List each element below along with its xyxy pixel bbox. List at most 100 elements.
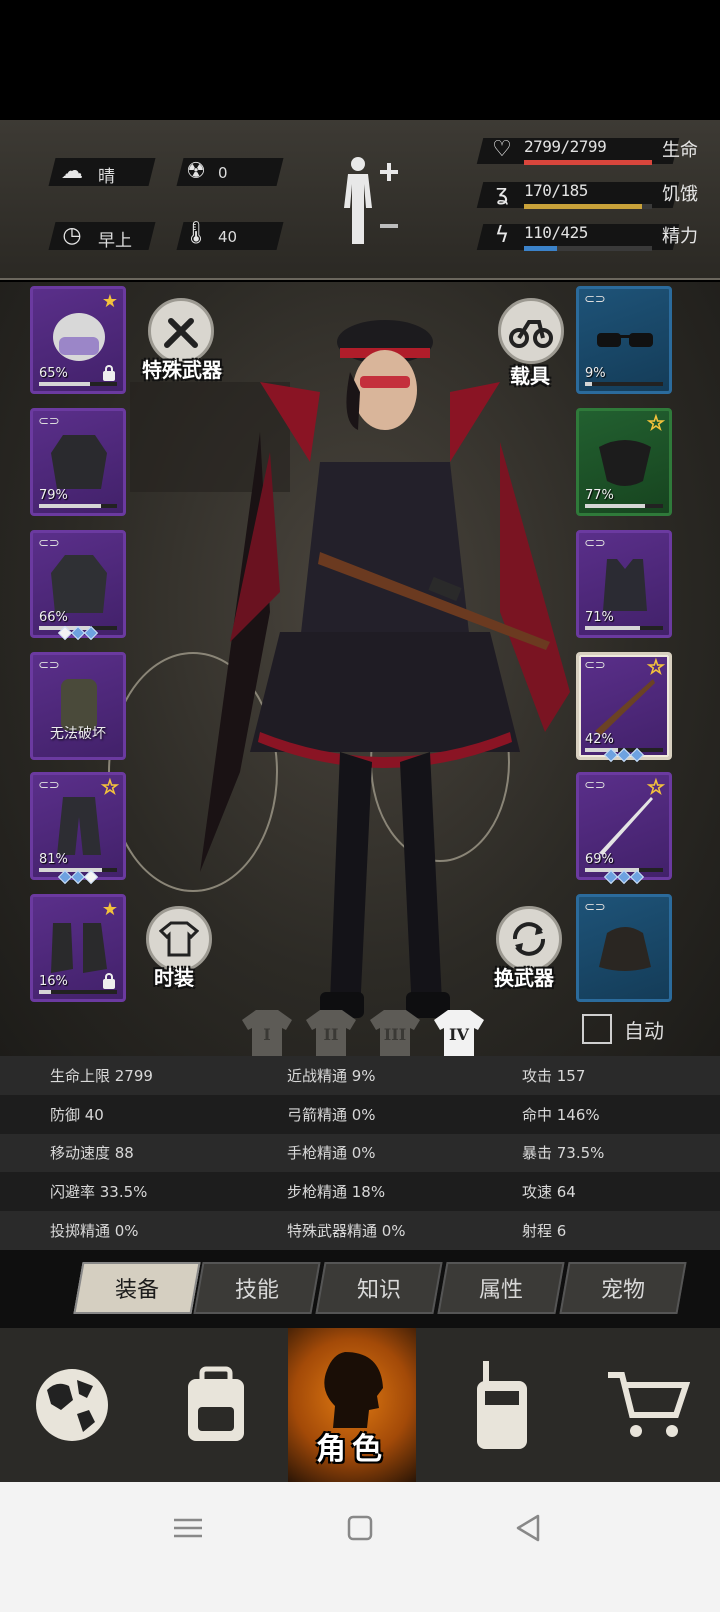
nav-radio[interactable] [430,1328,574,1482]
heart-icon: ♡ [492,137,512,162]
durability-bar [585,504,663,508]
stats-row: 生命上限 2799 近战精通 9% 攻击 157 [0,1056,720,1095]
link-icon: ⊂⊃ [584,658,606,673]
durability-percent: 65% [39,366,68,381]
outfit-tab-1[interactable]: I [240,1008,294,1060]
body-status-icon[interactable] [340,154,400,250]
stat-pistol-mastery: 手枪精通 0% [287,1144,376,1163]
vehicle-button[interactable] [498,298,564,364]
back-icon[interactable] [508,1510,548,1546]
stat-bow-mastery: 弓箭精通 0% [287,1105,376,1124]
tab-equipment[interactable]: 装备 [73,1262,201,1314]
coat-icon [51,555,107,613]
slot-backpack[interactable]: ⊂⊃ 无法破坏 [30,652,126,760]
unbreakable-label: 无法破坏 [50,726,106,742]
link-icon: ⊂⊃ [38,778,60,793]
slot-coat[interactable]: ⊂⊃ 66% [30,530,126,638]
home-icon[interactable] [340,1510,380,1546]
stats-table: 生命上限 2799 近战精通 9% 攻击 157 防御 40 弓箭精通 0% 命… [0,1056,720,1250]
slot-glasses[interactable]: ⊂⊃ 9% [576,286,672,394]
rifle-icon [595,679,655,735]
slot-mask[interactable]: ★ 77% [576,408,672,516]
durability-bar [585,382,663,386]
stat-accuracy: 命中 146% [522,1105,600,1124]
health-label: 生命 [662,140,698,161]
durability-percent: 9% [585,366,606,381]
gem-row [576,869,672,885]
lock-icon [103,365,115,381]
clock-icon: ◷ [62,223,82,248]
durability-percent: 66% [39,610,68,625]
energy-label: 精力 [662,226,698,247]
stats-row: 投掷精通 0% 特殊武器精通 0% 射程 6 [0,1211,720,1250]
tab-attributes[interactable]: 属性 [437,1262,565,1314]
link-icon: ⊂⊃ [38,658,60,673]
boots-icon [51,923,107,973]
auto-label: 自动 [624,1019,664,1043]
slot-jacket[interactable]: ⊂⊃ 79% [30,408,126,516]
tshirt-icon [159,921,199,957]
health-value: 2799/2799 [524,137,607,156]
outfit-tab-label: I [263,1025,271,1044]
stats-row: 防御 40 弓箭精通 0% 命中 146% [0,1094,720,1134]
slot-pouch[interactable]: ⊂⊃ [576,894,672,1002]
outfit-tab-label: II [323,1025,339,1044]
pants-icon [57,797,101,855]
section-tabs: 装备 技能 知识 属性 宠物 [0,1250,720,1328]
lock-icon [103,973,115,989]
menu-icon[interactable] [168,1510,208,1546]
nav-world-map[interactable] [0,1328,144,1482]
stat-defense: 防御 40 [50,1105,104,1124]
slot-boots[interactable]: ★ 16% [30,894,126,1002]
stat-melee-mastery: 近战精通 9% [287,1066,376,1085]
outfit-tab-4[interactable]: IV [432,1008,486,1060]
pouch-icon [599,927,651,971]
slot-pants[interactable]: ⊂⊃ ★ 81% [30,772,126,880]
vest-icon [603,559,647,611]
durability-percent: 69% [585,852,614,867]
status-header: ☁ 晴 ☢ 0 ◷ 早上 🌡 40 ♡ 2799/2799 生命 ʓ 170/1… [0,120,720,280]
durability-bar [39,504,117,508]
hunger-label: 饥饿 [662,184,698,205]
slot-katana[interactable]: ⊂⊃ ★ 69% [576,772,672,880]
slot-rifle[interactable]: ⊂⊃ ★ 42% [576,652,672,760]
gem-row [576,747,672,763]
durability-percent: 71% [585,610,614,625]
radio-icon [477,1361,527,1449]
link-icon: ⊂⊃ [38,414,60,429]
energy-bar [524,246,558,251]
radiation-value: 0 [218,164,228,182]
sunglasses-icon [597,333,653,347]
fashion-label: 时装 [154,966,194,990]
katana-icon [599,797,653,855]
thermometer-icon: 🌡 [182,221,210,246]
gem-icon [629,747,645,763]
globe-icon [36,1369,108,1441]
vehicle-label: 载具 [510,364,550,388]
durability-bar [39,382,117,386]
cloud-icon: ☁ [61,159,83,184]
outfit-tab-3[interactable]: III [368,1008,422,1060]
time-value: 早上 [98,231,132,251]
health-bar [524,160,652,165]
nav-character[interactable]: 角色 [288,1328,416,1482]
outfit-tab-label: IV [449,1025,469,1044]
nav-backpack[interactable] [144,1328,288,1482]
shopping-cart-icon [608,1372,690,1437]
auto-checkbox[interactable] [582,1014,612,1044]
durability-percent: 81% [39,852,68,867]
nav-shop[interactable] [576,1328,720,1482]
star-icon: ★ [101,291,118,312]
stat-special-mastery: 特殊武器精通 0% [287,1222,406,1241]
slot-vest[interactable]: ⊂⊃ 71% [576,530,672,638]
tab-skills[interactable]: 技能 [193,1262,321,1314]
link-icon: ⊂⊃ [584,778,606,793]
outfit-tab-2[interactable]: II [304,1008,358,1060]
tab-knowledge[interactable]: 知识 [315,1262,443,1314]
tab-pets[interactable]: 宠物 [559,1262,687,1314]
weather-value: 晴 [98,167,115,187]
slot-helmet[interactable]: ★ 65% [30,286,126,394]
energy-stat: ϟ 110/425 精力 [476,220,700,254]
jacket-icon [51,435,107,489]
radiation-icon: ☢ [186,159,206,184]
